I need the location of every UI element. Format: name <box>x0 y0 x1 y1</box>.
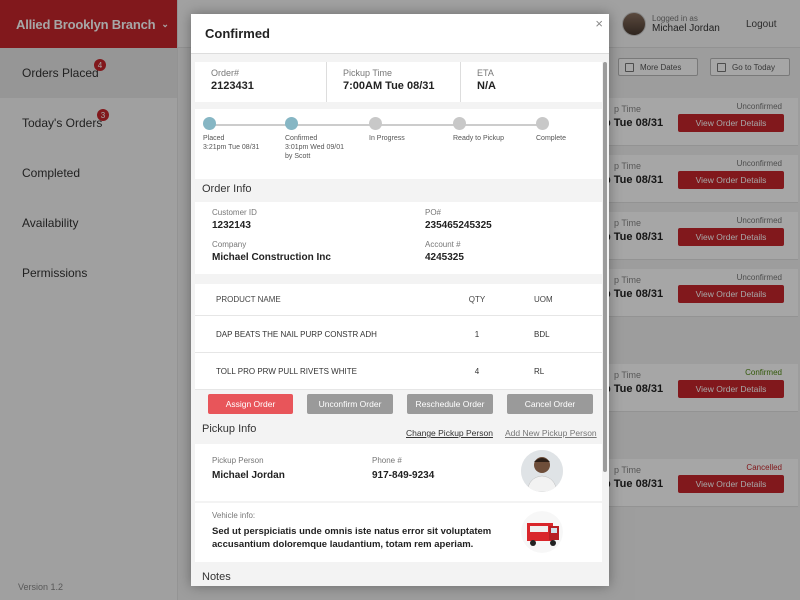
order-info: Customer ID 1232143 PO# 235465245325 Com… <box>195 202 602 274</box>
order-details-modal: Confirmed × Order# 2123431 Pickup Time 7… <box>191 14 609 586</box>
order-number-label: Order# <box>211 68 240 78</box>
step-dot-done <box>285 117 298 130</box>
column-header: UOM <box>534 295 553 304</box>
order-summary: Order# 2123431 Pickup Time 7:00AM Tue 08… <box>195 62 602 102</box>
product-uom: RL <box>534 366 545 376</box>
step-dot-pending <box>536 117 549 130</box>
product-name: TOLL PRO PRW PULL RIVETS WHITE <box>216 366 357 376</box>
pickup-person-photo <box>521 450 563 492</box>
pickup-time: 7:00AM Tue 08/31 <box>343 80 435 92</box>
product-qty: 1 <box>474 329 480 339</box>
progress-step: In Progress <box>369 117 459 143</box>
products-table: PRODUCT NAME QTY UOM DAP BEATS THE NAIL … <box>195 284 602 390</box>
cancel-order-button[interactable]: Cancel Order <box>507 394 593 414</box>
order-number: 2123431 <box>211 80 254 92</box>
progress-step: Confirmed 3:01pm Wed 09/01 by Scott <box>285 117 375 161</box>
modal-title: Confirmed <box>205 26 270 41</box>
pickup-info-title: Pickup Info <box>202 423 257 435</box>
company-label: Company <box>212 240 247 249</box>
reschedule-order-button[interactable]: Reschedule Order <box>407 394 493 414</box>
phone-label: Phone # <box>372 456 402 465</box>
eta-value: N/A <box>477 80 496 92</box>
step-dot-pending <box>453 117 466 130</box>
product-name: DAP BEATS THE NAIL PURP CONSTR ADH <box>216 329 377 339</box>
column-header: PRODUCT NAME <box>216 295 281 304</box>
product-qty: 4 <box>474 366 480 376</box>
vehicle-info-panel: Vehicle info: Sed ut perspiciatis unde o… <box>195 503 602 562</box>
progress-step: Ready to Pickup <box>453 117 543 143</box>
add-new-pickup-person-link[interactable]: Add New Pickup Person <box>505 428 597 438</box>
unconfirm-order-button[interactable]: Unconfirm Order <box>307 394 393 414</box>
account-number: 4245325 <box>425 252 464 263</box>
eta-label: ETA <box>477 68 494 78</box>
order-progress: Placed 3:21pm Tue 08/31 Confirmed 3:01pm… <box>195 109 602 179</box>
change-pickup-person-link[interactable]: Change Pickup Person <box>406 428 493 438</box>
order-info-title: Order Info <box>202 183 252 195</box>
step-dot-pending <box>369 117 382 130</box>
customer-id: 1232143 <box>212 220 251 231</box>
step-name: Ready to Pickup <box>453 135 504 142</box>
column-header: QTY <box>468 295 486 304</box>
close-icon[interactable]: × <box>595 16 603 31</box>
table-header: PRODUCT NAME QTY UOM <box>195 284 602 316</box>
po-label: PO# <box>425 208 442 217</box>
modal-header: Confirmed <box>191 14 609 54</box>
notes-title: Notes <box>202 571 231 583</box>
step-name: Complete <box>536 135 566 142</box>
step-name: Placed <box>203 135 225 142</box>
customer-id-label: Customer ID <box>212 208 257 217</box>
product-uom: BDL <box>534 329 550 339</box>
step-name: In Progress <box>369 135 405 142</box>
pickup-person-name: Michael Jordan <box>212 470 285 481</box>
step-name: Confirmed <box>285 135 318 142</box>
pickup-person-panel: Pickup Person Michael Jordan Phone # 917… <box>195 444 602 501</box>
pickup-person-label: Pickup Person <box>212 456 264 465</box>
phone-number: 917-849-9234 <box>372 470 435 481</box>
step-date: 3:01pm Wed 09/01 <box>285 144 345 151</box>
assign-order-button[interactable]: Assign Order <box>208 394 293 414</box>
vehicle-info-text: Sed ut perspiciatis unde omnis iste natu… <box>212 526 492 550</box>
progress-step: Placed 3:21pm Tue 08/31 <box>203 117 293 152</box>
po-number: 235465245325 <box>425 220 492 231</box>
pickup-time-label: Pickup Time <box>343 68 393 78</box>
account-label: Account # <box>425 240 461 249</box>
table-row: TOLL PRO PRW PULL RIVETS WHITE 4 RL <box>195 353 602 390</box>
modal-scrollbar[interactable] <box>603 62 607 472</box>
step-by: by Scott <box>285 153 311 160</box>
table-row: DAP BEATS THE NAIL PURP CONSTR ADH 1 BDL <box>195 316 602 353</box>
step-dot-done <box>203 117 216 130</box>
vehicle-photo <box>521 511 563 553</box>
company-name: Michael Construction Inc <box>212 252 331 263</box>
progress-step: Complete <box>536 117 609 143</box>
step-date: 3:21pm Tue 08/31 <box>203 144 260 151</box>
